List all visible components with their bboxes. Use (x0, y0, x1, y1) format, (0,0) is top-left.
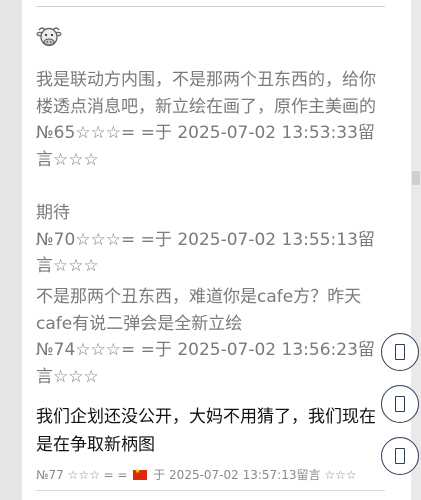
comment-card: 我是联动方内围，不是那两个丑东西的，给你楼透点消息吧，新立绘在画了，原作主美画的… (22, 0, 411, 500)
comment-number: №77 ☆☆☆ = = (36, 468, 128, 482)
missing-glyph-icon (395, 448, 405, 464)
quote-block: 不是那两个丑东西，难道你是cafe方？昨天cafe有说二弹会是全新立绘 №74☆… (36, 284, 376, 391)
china-flag-icon (133, 467, 148, 480)
quote-text: 我是联动方内围，不是那两个丑东西的，给你楼透点消息吧，新立绘在画了，原作主美画的 (36, 70, 376, 117)
cow-icon[interactable] (36, 24, 62, 50)
side-action-button[interactable] (381, 437, 419, 475)
quote-meta: №65☆☆☆= =于 2025-07-02 13:53:33留言☆☆☆ (36, 123, 375, 171)
reply-text: 我们企划还没公开，大妈不用猜了，我们现在是在争取新柄图 (36, 407, 376, 455)
divider-bottom (36, 490, 385, 491)
quote-meta: №70☆☆☆= =于 2025-07-02 13:55:13留言☆☆☆ (36, 229, 375, 277)
side-action-button[interactable] (381, 333, 419, 371)
comment-footer: №77 ☆☆☆ = = 于 2025-07-02 13:57:13留言 ☆☆☆ (36, 466, 376, 483)
quote-meta: №74☆☆☆= =于 2025-07-02 13:56:23留言☆☆☆ (36, 340, 375, 388)
missing-glyph-icon (395, 344, 405, 360)
quote-block: 我是联动方内围，不是那两个丑东西的，给你楼透点消息吧，新立绘在画了，原作主美画的… (36, 67, 376, 174)
side-action-button[interactable] (381, 385, 419, 423)
scrollbar-thumb[interactable] (412, 171, 420, 185)
quote-text: 期待 (36, 203, 70, 223)
comment-timestamp: 于 2025-07-02 13:57:13留言 ☆☆☆ (153, 468, 357, 482)
quote-text: 不是那两个丑东西，难道你是cafe方？昨天cafe有说二弹会是全新立绘 (36, 287, 362, 334)
missing-glyph-icon (395, 396, 405, 412)
scrollbar[interactable] (411, 0, 421, 500)
quote-block: 期待 №70☆☆☆= =于 2025-07-02 13:55:13留言☆☆☆ (36, 200, 376, 280)
divider-top (36, 6, 385, 7)
